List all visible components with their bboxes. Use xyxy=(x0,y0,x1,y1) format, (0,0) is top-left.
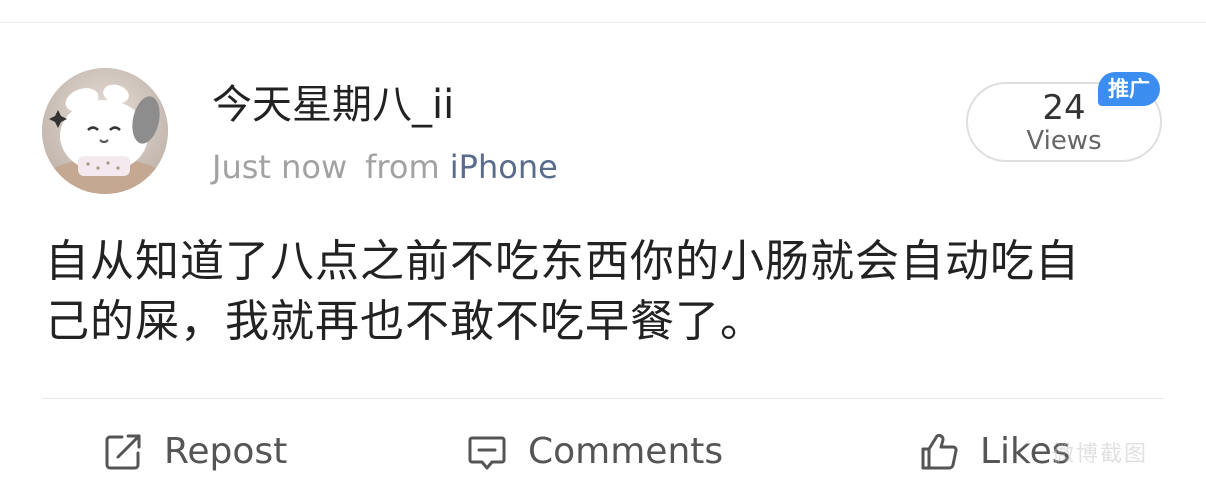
repost-label: Repost xyxy=(164,431,288,472)
promo-badge: 推广 xyxy=(1098,72,1160,106)
repost-icon xyxy=(105,434,141,470)
post-body-line: 自从知道了八点之前不吃东西你的小肠就会自动吃自 xyxy=(45,236,1080,287)
comment-icon xyxy=(468,436,506,470)
actions-divider xyxy=(42,398,1164,399)
post-body: 自从知道了八点之前不吃东西你的小肠就会自动吃自 己的屎，我就再也不敢不吃早餐了。 xyxy=(45,232,1165,352)
plush-bunny-avatar-icon xyxy=(42,68,168,194)
top-divider xyxy=(0,22,1206,23)
comments-label: Comments xyxy=(528,431,724,472)
views-label: Views xyxy=(1026,126,1102,156)
avatar[interactable] xyxy=(42,68,168,194)
thumbs-up-icon xyxy=(921,433,958,470)
post-meta: Just now from iPhone xyxy=(212,146,558,188)
comments-button[interactable]: Comments xyxy=(466,424,723,480)
watermark: 微博截图 xyxy=(1052,442,1149,467)
post-from-label: from xyxy=(365,148,440,186)
repost-button[interactable]: Repost xyxy=(102,424,287,480)
weibo-post-card: 今天星期八_ii Just now from iPhone 24 Views 推广… xyxy=(0,0,1206,500)
post-time: Just now xyxy=(212,148,348,186)
post-device-link[interactable]: iPhone xyxy=(450,148,558,186)
author-username[interactable]: 今天星期八_ii xyxy=(212,80,454,130)
post-body-line: 己的屎，我就再也不敢不吃早餐了。 xyxy=(45,296,765,347)
likes-button[interactable]: Likes xyxy=(918,424,1071,480)
